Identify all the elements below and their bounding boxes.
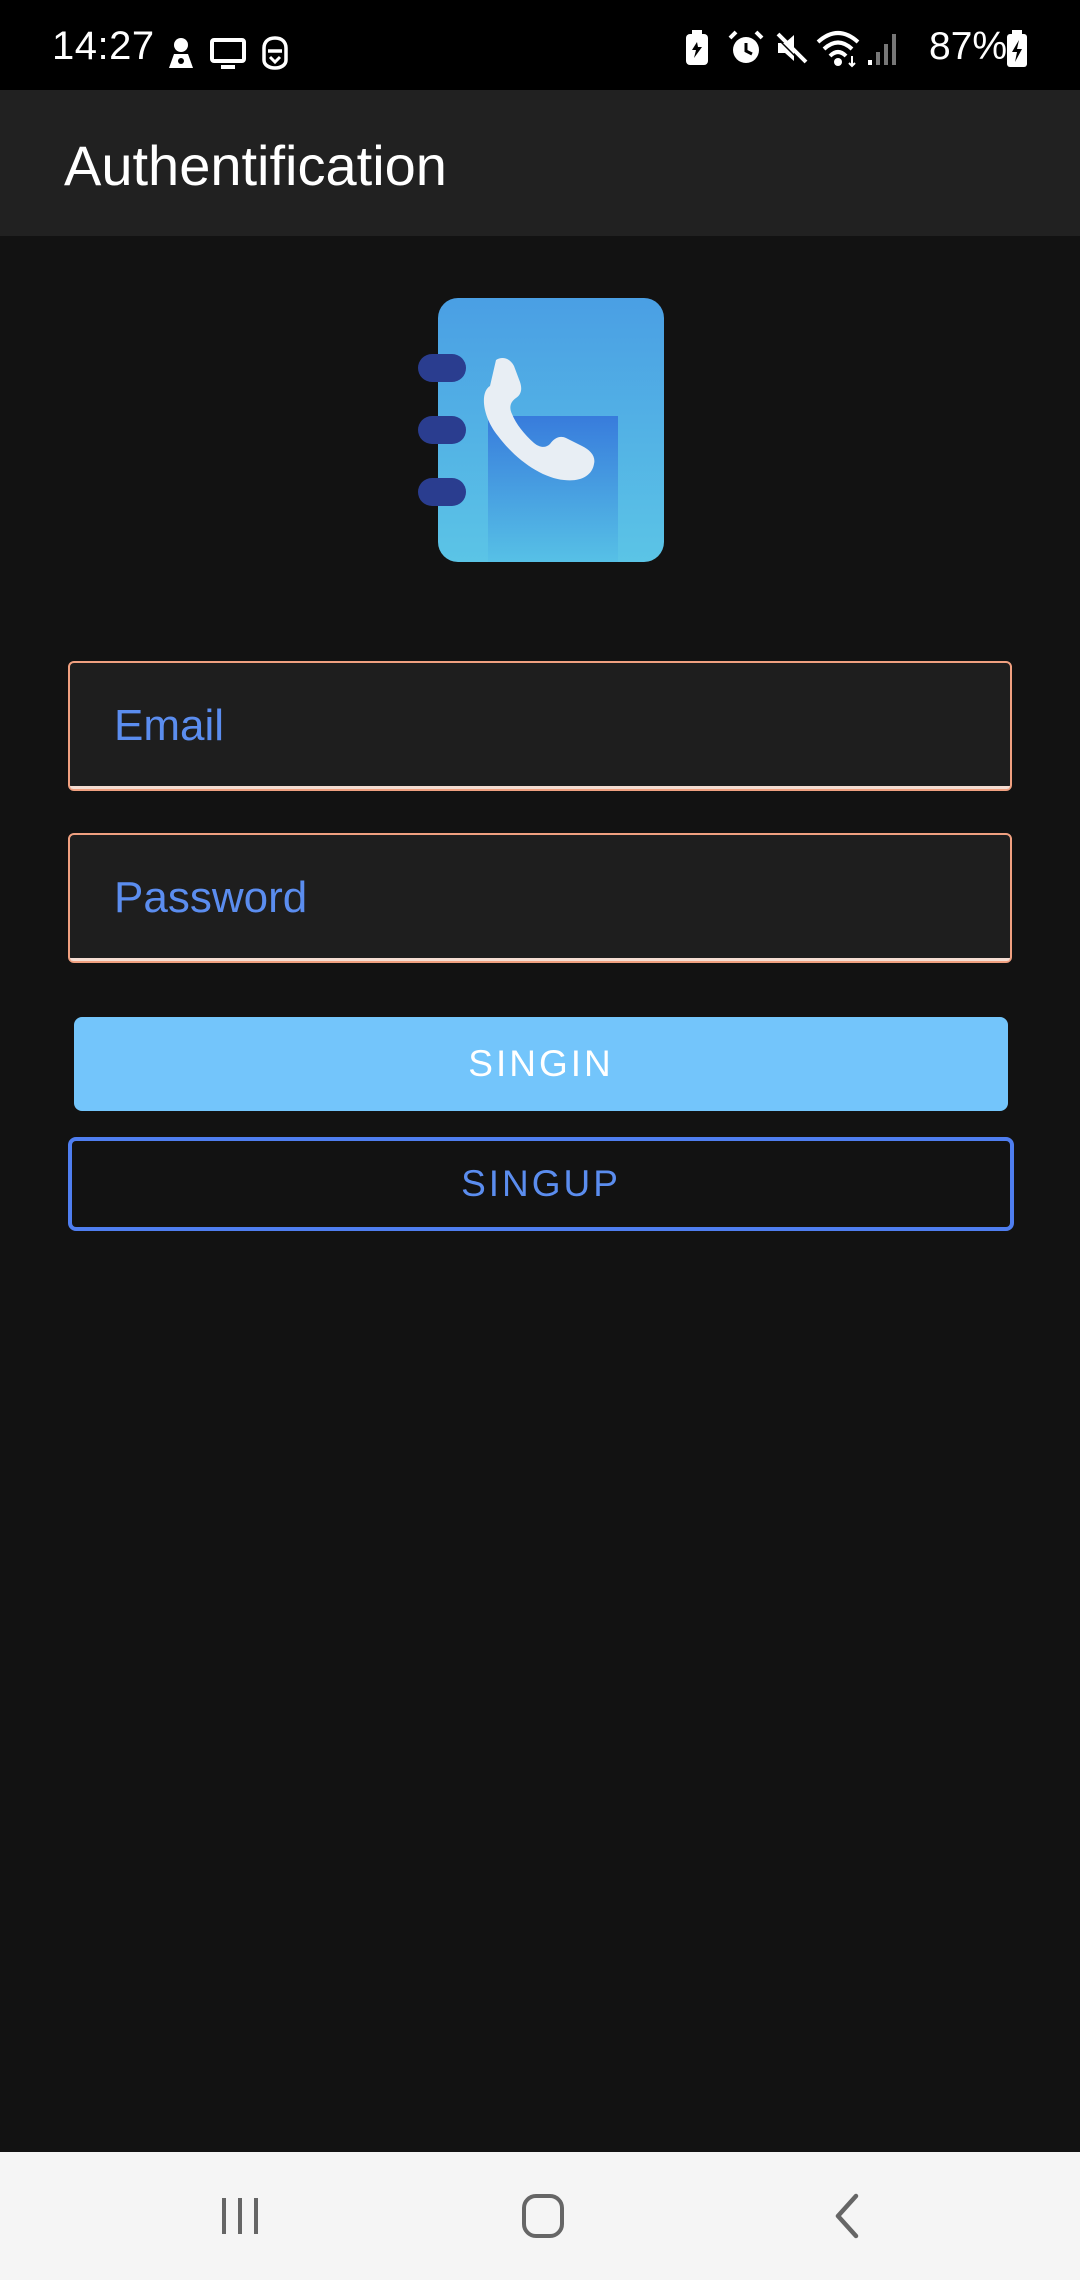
recent-apps-icon bbox=[222, 2198, 258, 2234]
email-field[interactable] bbox=[68, 661, 1012, 791]
signup-button[interactable]: SINGUP bbox=[68, 1137, 1014, 1231]
alarm-icon bbox=[728, 30, 764, 63]
battery-percent: 87% bbox=[929, 25, 1008, 68]
wifi-icon bbox=[816, 31, 860, 68]
battery-saver-icon bbox=[686, 30, 708, 65]
battery-charging-icon bbox=[1007, 30, 1027, 67]
recent-apps-button[interactable] bbox=[180, 2166, 300, 2266]
app-logo bbox=[418, 296, 664, 564]
status-bar: 14:27 87% bbox=[0, 0, 1080, 90]
contact-book-phone-icon bbox=[418, 298, 664, 562]
cell-signal-icon bbox=[868, 34, 896, 65]
email-input[interactable] bbox=[70, 663, 1010, 789]
notification-person-icon bbox=[169, 38, 193, 68]
back-icon bbox=[835, 2193, 859, 2239]
auth-screen: 14:27 87% Authentification Email SINGIN … bbox=[0, 0, 1080, 2280]
password-input[interactable] bbox=[70, 835, 1010, 961]
vpn-shield-icon bbox=[262, 36, 288, 70]
home-button[interactable] bbox=[482, 2166, 602, 2266]
cast-screen-icon bbox=[210, 38, 246, 69]
app-bar: Authentification bbox=[0, 90, 1080, 236]
back-button[interactable] bbox=[786, 2166, 906, 2266]
page-title: Authentification bbox=[64, 134, 447, 197]
home-icon bbox=[522, 2194, 564, 2238]
status-time: 14:27 bbox=[52, 24, 155, 68]
signin-button[interactable]: SINGIN bbox=[74, 1017, 1008, 1111]
password-field[interactable] bbox=[68, 833, 1012, 963]
mute-icon bbox=[774, 32, 808, 65]
system-nav-bar bbox=[0, 2152, 1080, 2280]
